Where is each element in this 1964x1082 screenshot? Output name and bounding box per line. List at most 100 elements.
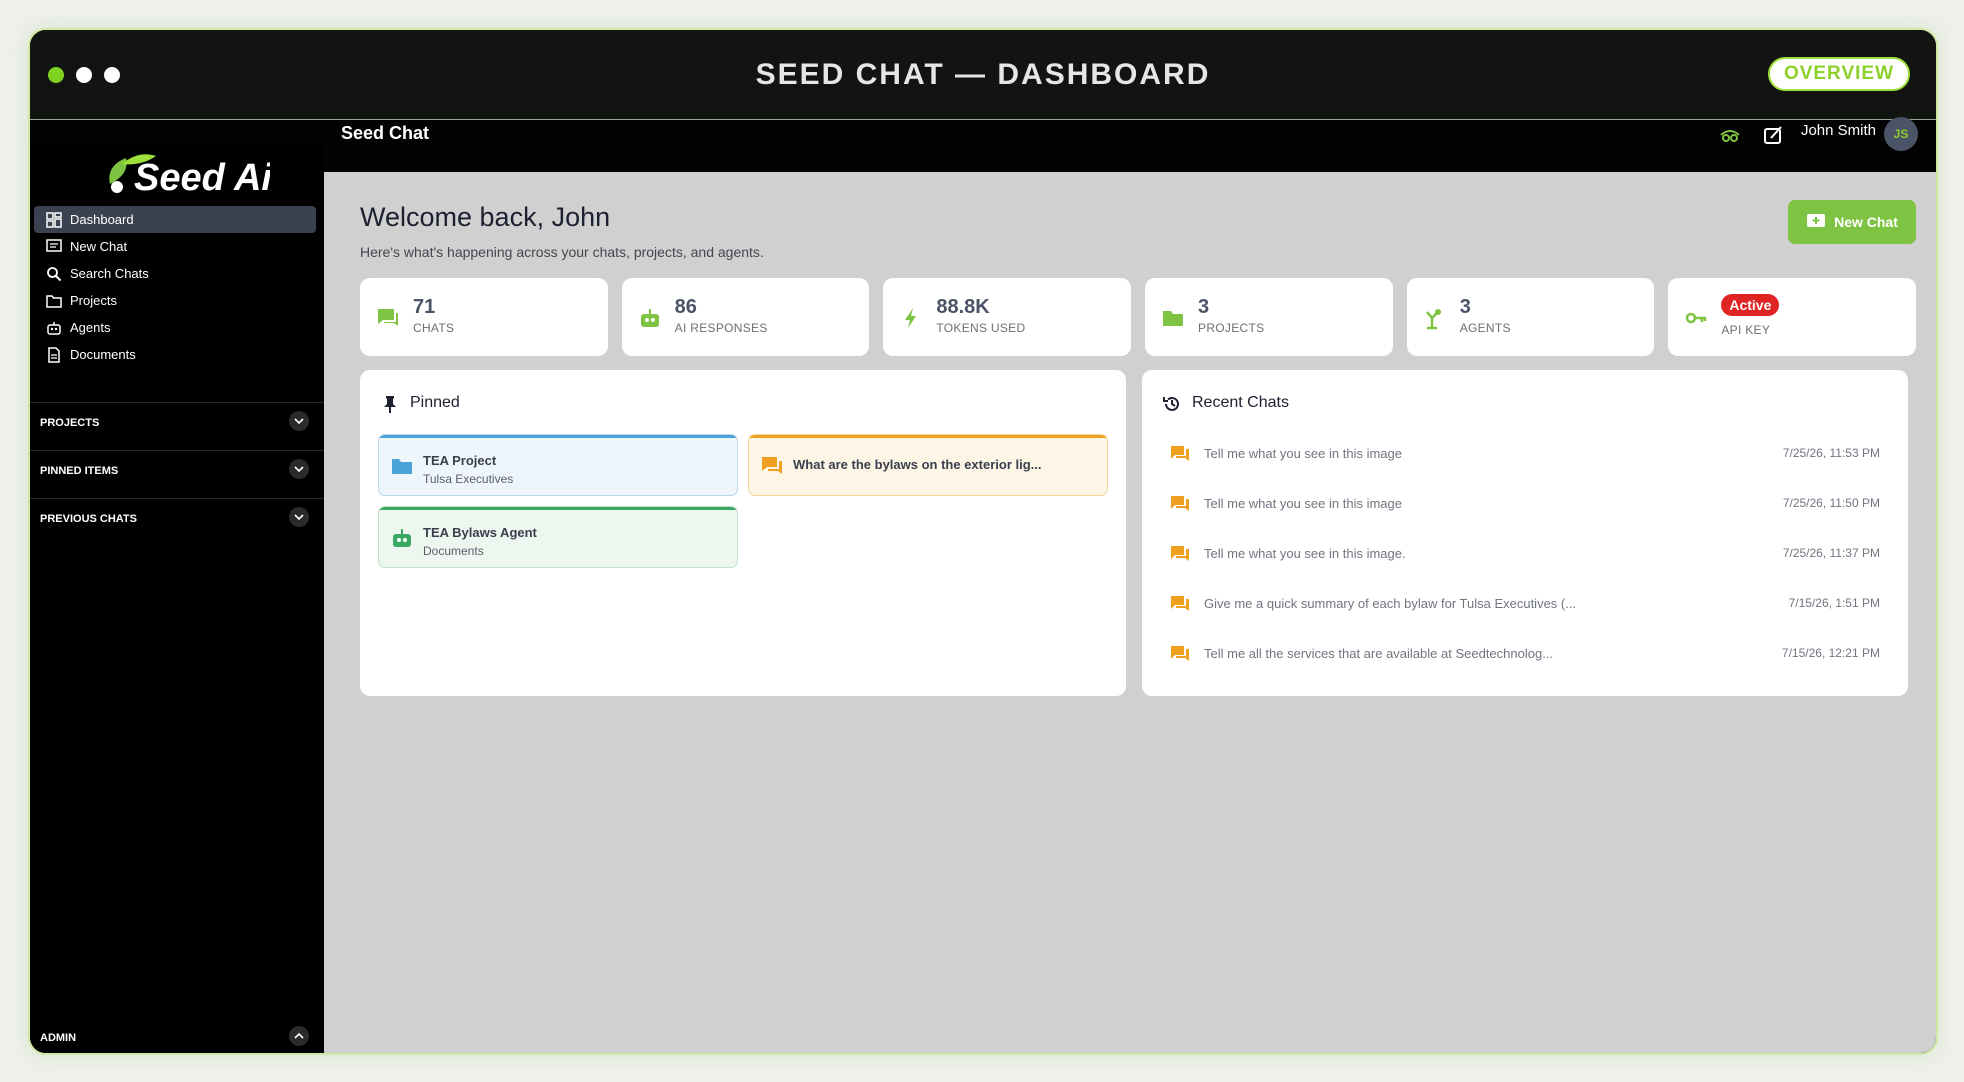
- section-projects[interactable]: PROJECTS: [30, 402, 324, 450]
- card-accent-bar: [379, 435, 737, 438]
- sidebar-nav: Dashboard New Chat Search Chats Projects…: [34, 206, 316, 368]
- pinned-card-chat[interactable]: What are the bylaws on the exterior lig.…: [748, 434, 1108, 496]
- pin-icon: [384, 396, 396, 413]
- folder-icon: [392, 459, 412, 474]
- dashboard-icon: [46, 211, 62, 228]
- stat-value: 71: [413, 296, 436, 318]
- pinned-title: TEA Project: [423, 453, 497, 468]
- folder-icon: [46, 293, 62, 309]
- recent-chats-panel: Recent Chats Tell me what you see in thi…: [1142, 370, 1908, 696]
- stat-card-api-key[interactable]: Active API KEY: [1668, 278, 1917, 356]
- panel-title: Recent Chats: [1192, 394, 1289, 411]
- stat-label: API KEY: [1721, 323, 1771, 337]
- chevron-down-icon[interactable]: [289, 507, 309, 527]
- avatar[interactable]: JS: [1884, 117, 1918, 151]
- stat-value: 86: [674, 296, 697, 318]
- stat-value: 3: [1459, 296, 1471, 318]
- card-accent-bar: [749, 435, 1107, 438]
- chevron-down-icon[interactable]: [289, 411, 309, 431]
- stat-value: 3: [1198, 296, 1210, 318]
- stat-card-agents[interactable]: 3 AGENTS: [1406, 278, 1655, 356]
- sidebar-item-documents[interactable]: Documents: [34, 341, 316, 368]
- overview-button[interactable]: OVERVIEW: [1767, 57, 1910, 91]
- chat-icon: [1171, 546, 1189, 561]
- history-icon: [1163, 396, 1179, 411]
- page-subtitle: Here's what's happening across your chat…: [360, 244, 764, 260]
- stat-card-chats[interactable]: 71 CHATS: [360, 278, 608, 356]
- recent-chat-time: 7/15/26, 12:21 PM: [1781, 646, 1880, 660]
- pinned-title: TEA Bylaws Agent: [423, 525, 537, 540]
- robot-icon: [640, 309, 659, 327]
- recent-chat-time: 7/25/26, 11:53 PM: [1782, 446, 1880, 460]
- pinned-panel: Pinned TEA Project Tulsa Executives What…: [360, 370, 1126, 696]
- sidebar-item-search-chats[interactable]: Search Chats: [34, 260, 316, 287]
- panel-title: Pinned: [410, 394, 460, 411]
- incognito-icon[interactable]: [1718, 125, 1742, 145]
- pinned-card-agent[interactable]: TEA Bylaws Agent Documents: [378, 506, 738, 568]
- sidebar-item-new-chat[interactable]: New Chat: [34, 233, 316, 260]
- status-badge: Active: [1721, 294, 1780, 316]
- stat-label: AGENTS: [1459, 321, 1511, 335]
- sidebar-item-agents[interactable]: Agents: [34, 314, 316, 341]
- dashboard-main: Welcome back, John Here's what's happeni…: [324, 172, 1936, 1053]
- stat-card-ai-responses[interactable]: 86 AI RESPONSES: [621, 278, 870, 356]
- logo-text: Seed Ai: [134, 157, 270, 199]
- new-chat-button[interactable]: New Chat: [1788, 200, 1916, 244]
- window-title: SEED CHAT — DASHBOARD: [755, 58, 1211, 91]
- chat-plus-icon: [1807, 214, 1826, 227]
- stat-value: 88.8K: [936, 296, 990, 318]
- recent-chat-row[interactable]: Give me a quick summary of each bylaw fo…: [1170, 592, 1880, 616]
- chevron-down-icon[interactable]: [289, 459, 309, 479]
- section-admin[interactable]: ADMIN: [30, 1020, 324, 1053]
- chat-icon: [378, 309, 398, 326]
- stat-label: AI RESPONSES: [674, 321, 768, 335]
- section-label: ADMIN: [40, 1032, 77, 1044]
- recent-chat-row[interactable]: Tell me all the services that are availa…: [1170, 642, 1880, 666]
- document-icon: [46, 346, 62, 363]
- section-label: PREVIOUS CHATS: [40, 513, 137, 525]
- section-label: PINNED ITEMS: [40, 465, 119, 477]
- folder-icon: [1163, 311, 1184, 326]
- chevron-up-icon[interactable]: [289, 1026, 309, 1046]
- user-name[interactable]: John Smith: [1801, 123, 1876, 139]
- robot-icon: [46, 320, 62, 336]
- recent-chat-row[interactable]: Tell me what you see in this image 7/25/…: [1170, 492, 1880, 516]
- brand-name: Seed Chat: [341, 123, 430, 143]
- chat-icon: [762, 457, 782, 474]
- recent-chat-title: Tell me what you see in this image: [1204, 496, 1402, 511]
- section-label: PROJECTS: [40, 417, 100, 429]
- recent-chat-row[interactable]: Tell me what you see in this image 7/25/…: [1170, 442, 1880, 466]
- pinned-title: What are the bylaws on the exterior lig.…: [793, 457, 1042, 472]
- section-previous-chats[interactable]: PREVIOUS CHATS: [30, 498, 324, 546]
- stat-card-tokens-used[interactable]: 88.8K TOKENS USED: [883, 278, 1132, 356]
- pinned-card-project[interactable]: TEA Project Tulsa Executives: [378, 434, 738, 496]
- stat-card-projects[interactable]: 3 PROJECTS: [1145, 278, 1393, 356]
- stat-label: PROJECTS: [1198, 321, 1265, 335]
- recent-chat-time: 7/25/26, 11:50 PM: [1782, 496, 1880, 510]
- pinned-subtitle: Tulsa Executives: [423, 472, 514, 486]
- pinned-subtitle: Documents: [423, 544, 484, 558]
- page-title: Welcome back, John: [360, 202, 611, 232]
- title-bar: SEED CHAT — DASHBOARD OVERVIEW: [30, 30, 1936, 120]
- section-pinned-items[interactable]: PINNED ITEMS: [30, 450, 324, 498]
- chat-icon: [1171, 596, 1189, 611]
- search-icon: [46, 266, 62, 282]
- robot-icon: [393, 529, 411, 547]
- recent-chat-title: Tell me what you see in this image.: [1204, 546, 1406, 561]
- sidebar-item-label: Projects: [70, 293, 117, 308]
- key-icon: [1686, 312, 1707, 324]
- recent-chat-title: Give me a quick summary of each bylaw fo…: [1204, 596, 1577, 611]
- recent-chat-time: 7/25/26, 11:37 PM: [1782, 546, 1880, 560]
- sidebar-item-label: Search Chats: [70, 266, 149, 281]
- new-chat-label: New Chat: [1834, 214, 1898, 230]
- bolt-icon: [905, 308, 917, 328]
- recent-chat-time: 7/15/26, 1:51 PM: [1788, 596, 1880, 610]
- recent-chat-row[interactable]: Tell me what you see in this image. 7/25…: [1170, 542, 1880, 566]
- stats-row: 71 CHATS 86 AI RESPONSES 88.8K TOKENS US…: [360, 278, 1917, 356]
- stat-label: CHATS: [413, 321, 455, 335]
- edit-icon[interactable]: [1762, 125, 1786, 145]
- chat-icon: [1171, 446, 1189, 461]
- sidebar-item-dashboard[interactable]: Dashboard: [34, 206, 316, 233]
- app-window: SEED CHAT — DASHBOARD OVERVIEW Seed Chat…: [28, 28, 1938, 1055]
- sidebar-item-projects[interactable]: Projects: [34, 287, 316, 314]
